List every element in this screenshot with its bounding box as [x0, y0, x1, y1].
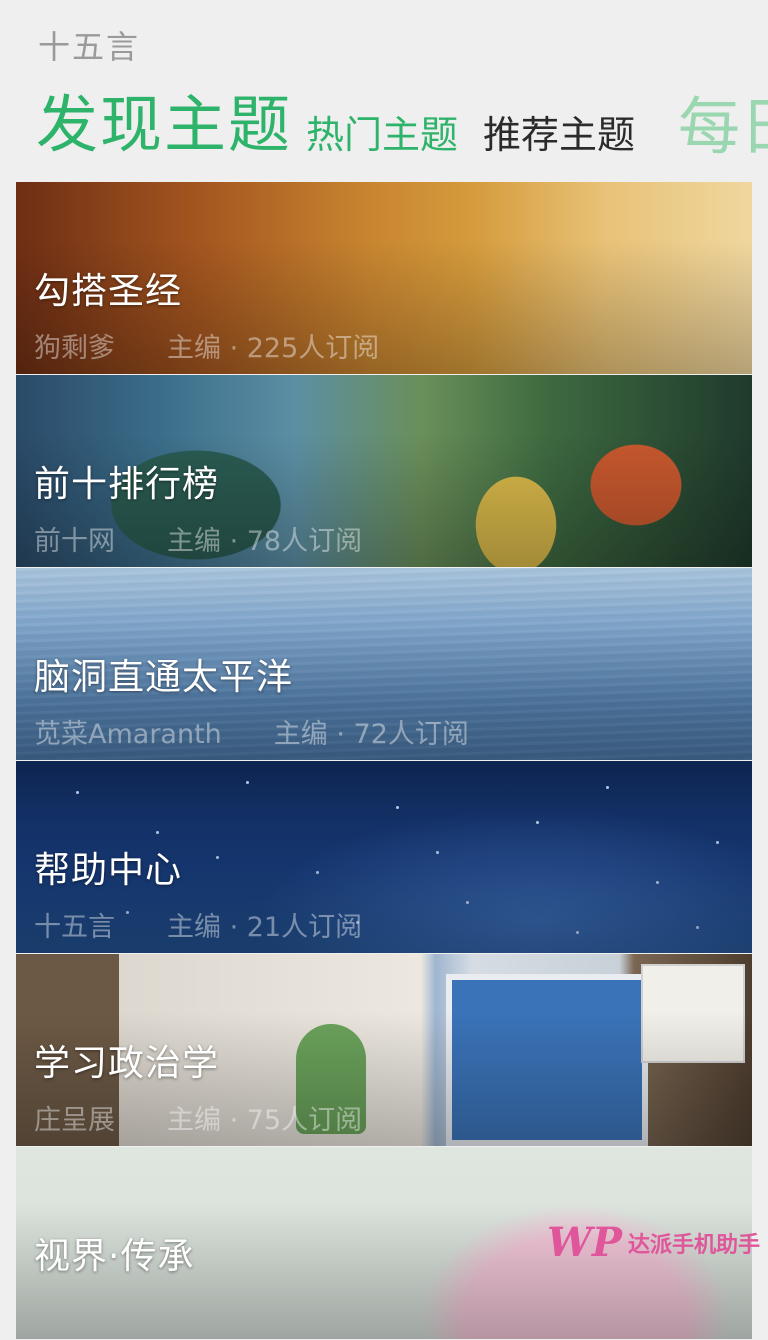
topic-title: 脑洞直通太平洋: [34, 657, 294, 698]
tab-recommended-topics[interactable]: 推荐主题: [483, 104, 635, 159]
topic-meta: 苋菜Amaranth 主编 · 72人订阅: [34, 712, 469, 751]
topic-card[interactable]: 学习政治学 庄呈展 主编 · 75人订阅: [16, 954, 752, 1147]
topic-editor[interactable]: 十五言: [34, 905, 115, 944]
topic-editor[interactable]: 狗剩爹: [34, 326, 115, 365]
topic-title: 学习政治学: [34, 1043, 220, 1084]
app-title: 十五言: [38, 28, 141, 66]
topic-card[interactable]: 前十排行榜 前十网 主编 · 78人订阅: [16, 375, 752, 568]
topic-subscribers: 主编 · 78人订阅: [167, 526, 363, 557]
topic-card[interactable]: 帮助中心 十五言 主编 · 21人订阅: [16, 761, 752, 954]
watermark: WP 达派手机助手: [547, 1219, 760, 1266]
topic-subscribers: 主编 · 21人订阅: [167, 912, 363, 943]
topic-editor[interactable]: 庄呈展: [34, 1098, 115, 1137]
topic-meta: 前十网 主编 · 78人订阅: [34, 519, 362, 558]
topic-card[interactable]: 脑洞直通太平洋 苋菜Amaranth 主编 · 72人订阅: [16, 568, 752, 761]
watermark-logo-icon: WP: [546, 1219, 622, 1266]
topic-editor[interactable]: 前十网: [34, 519, 115, 558]
watermark-text: 达派手机助手: [627, 1232, 760, 1258]
topic-list: 勾搭圣经 狗剩爹 主编 · 225人订阅 前十排行榜 前十网 主编 · 78人订阅 …: [16, 182, 752, 1340]
topic-title: 视界·传承: [34, 1236, 195, 1277]
pivot-current-title[interactable]: 发现主题: [36, 74, 292, 164]
topic-subscribers: 主编 · 225人订阅: [167, 333, 380, 364]
topic-title: 前十排行榜: [34, 464, 220, 505]
tab-hot-topics[interactable]: 热门主题: [306, 104, 458, 159]
topic-meta: 十五言 主编 · 21人订阅: [34, 905, 362, 944]
topic-subscribers: 主编 · 72人订阅: [273, 719, 469, 750]
topic-subscribers: 主编 · 75人订阅: [167, 1105, 363, 1136]
topic-meta: 狗剩爹 主编 · 225人订阅: [34, 326, 379, 365]
topic-editor[interactable]: 苋菜Amaranth: [34, 712, 222, 751]
topic-card[interactable]: 勾搭圣经 狗剩爹 主编 · 225人订阅: [16, 182, 752, 375]
topic-title: 勾搭圣经: [34, 271, 183, 312]
topic-title: 帮助中心: [34, 850, 183, 891]
topic-meta: 庄呈展 主编 · 75人订阅: [34, 1098, 362, 1137]
tab-daily[interactable]: 每日: [678, 76, 768, 166]
